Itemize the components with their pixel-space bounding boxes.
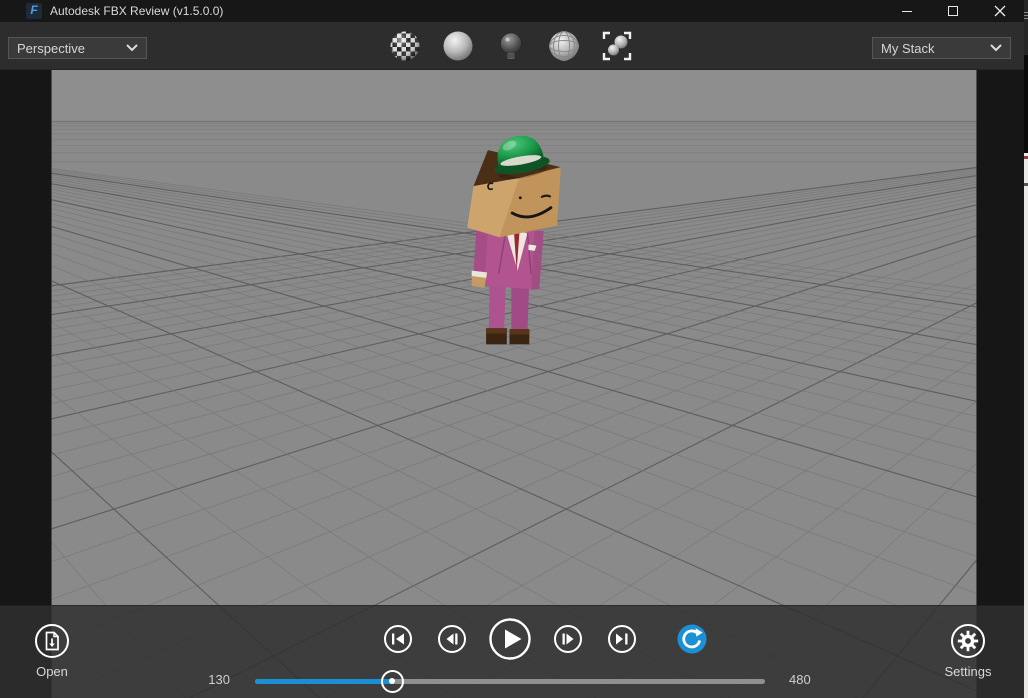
view-selector-value: Perspective: [17, 40, 85, 56]
go-to-end-button[interactable]: [607, 624, 637, 654]
app-icon: F: [26, 3, 42, 19]
minimize-icon: [902, 10, 912, 12]
background-window-sliver: [1024, 0, 1028, 698]
view-selector-dropdown[interactable]: Perspective: [8, 37, 147, 59]
close-icon: [994, 5, 1006, 17]
next-frame-button[interactable]: [553, 624, 583, 654]
display-mode-toolbar: [388, 28, 634, 64]
chevron-down-icon: [126, 44, 138, 52]
minimize-button[interactable]: [884, 0, 930, 22]
toolbar: Perspective My Stack: [0, 22, 1024, 70]
play-button[interactable]: [488, 617, 532, 661]
shaded-display-icon[interactable]: [441, 28, 475, 64]
loop-toggle-button[interactable]: [676, 623, 708, 655]
settings-label: Settings: [944, 664, 992, 679]
textured-display-icon[interactable]: [388, 28, 422, 64]
window-title: Autodesk FBX Review (v1.5.0.0): [50, 4, 224, 18]
timeline-slider-fill: [255, 679, 393, 684]
maximize-button[interactable]: [930, 0, 976, 22]
timeline-slider-track[interactable]: [255, 670, 765, 693]
timeline-start-frame: 130: [208, 672, 230, 687]
viewport-sky: [51, 70, 977, 122]
app-window: F Autodesk FBX Review (v1.5.0.0) Perspec…: [0, 0, 1028, 698]
viewport-canvas[interactable]: [0, 70, 1028, 698]
wireframe-display-icon[interactable]: [547, 28, 581, 64]
frame-selection-icon[interactable]: [600, 28, 634, 64]
close-button[interactable]: [976, 0, 1024, 22]
settings-button[interactable]: Settings: [932, 622, 1004, 679]
open-file-icon: [35, 624, 69, 658]
playback-bar: Open Settings: [0, 605, 1024, 698]
go-to-start-button[interactable]: [383, 624, 413, 654]
chevron-down-icon: [990, 44, 1002, 52]
title-bar: F Autodesk FBX Review (v1.5.0.0): [0, 0, 1024, 22]
open-label: Open: [36, 664, 68, 679]
previous-frame-button[interactable]: [437, 624, 467, 654]
open-button[interactable]: Open: [16, 622, 88, 679]
gear-icon: [951, 624, 985, 658]
stack-selector-value: My Stack: [881, 40, 935, 56]
stack-selector-dropdown[interactable]: My Stack: [872, 37, 1011, 59]
lighting-icon[interactable]: [494, 28, 528, 64]
timeline-end-frame: 480: [789, 672, 811, 687]
maximize-icon: [948, 6, 958, 16]
